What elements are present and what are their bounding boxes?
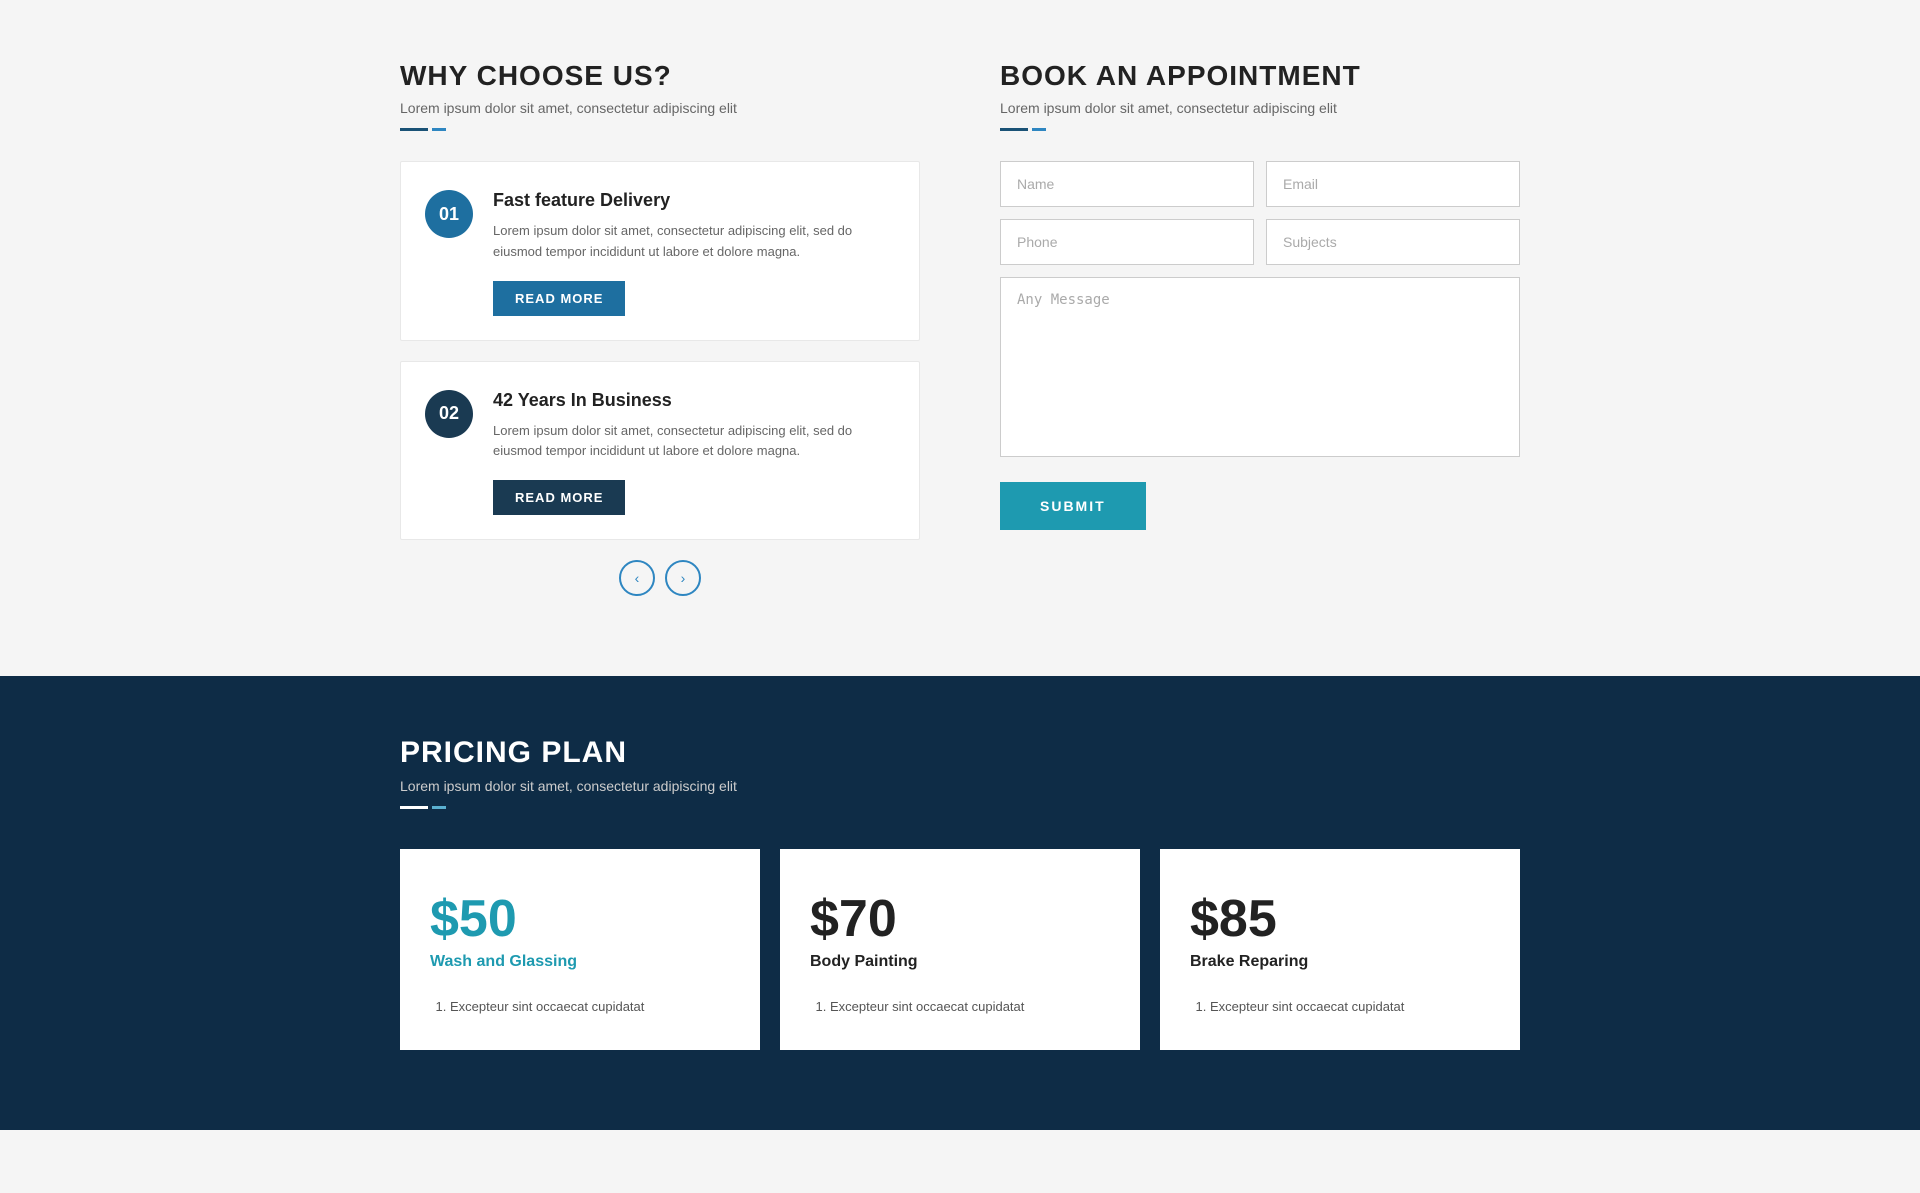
why-choose-section: WHY CHOOSE US? Lorem ipsum dolor sit ame… [400,60,920,596]
price-label-1: Wash and Glassing [430,953,730,971]
price-label-2: Body Painting [810,953,1110,971]
pricing-cards: $50 Wash and Glassing Excepteur sint occ… [400,849,1520,1050]
pricing-section: PRICING PLAN Lorem ipsum dolor sit amet,… [0,676,1920,1130]
pricing-underline-light [432,806,446,809]
prev-page-button[interactable]: ‹ [619,560,655,596]
pricing-card-1: $50 Wash and Glassing Excepteur sint occ… [400,849,760,1050]
price-features-3: Excepteur sint occaecat cupidatat [1190,999,1490,1014]
price-amount-3: $85 [1190,889,1490,949]
message-textarea[interactable] [1000,277,1520,457]
feature-title-1: Fast feature Delivery [493,190,891,211]
appointment-underline [1000,128,1520,131]
read-more-button-2[interactable]: READ MORE [493,480,625,515]
why-choose-subtitle: Lorem ipsum dolor sit amet, consectetur … [400,100,920,116]
email-input[interactable] [1266,161,1520,207]
feature-desc-2: Lorem ipsum dolor sit amet, consectetur … [493,421,891,463]
price-amount-1: $50 [430,889,730,949]
pricing-underline-dark [400,806,428,809]
feature-desc-1: Lorem ipsum dolor sit amet, consectetur … [493,221,891,263]
pricing-card-3: $85 Brake Reparing Excepteur sint occaec… [1160,849,1520,1050]
appointment-underline-light [1032,128,1046,131]
feature-number-1: 01 [425,190,473,238]
price-feature-1-1: Excepteur sint occaecat cupidatat [450,999,730,1014]
name-input[interactable] [1000,161,1254,207]
feature-content-2: 42 Years In Business Lorem ipsum dolor s… [493,390,891,516]
pricing-title: PRICING PLAN [400,736,1520,770]
price-feature-2-1: Excepteur sint occaecat cupidatat [830,999,1110,1014]
price-amount-2: $70 [810,889,1110,949]
feature-card-2: 02 42 Years In Business Lorem ipsum dolo… [400,361,920,541]
appointment-underline-dark [1000,128,1028,131]
price-features-2: Excepteur sint occaecat cupidatat [810,999,1110,1014]
read-more-button-1[interactable]: READ MORE [493,281,625,316]
form-row-2 [1000,219,1520,265]
underline-light [432,128,446,131]
pricing-header: PRICING PLAN Lorem ipsum dolor sit amet,… [400,736,1520,809]
pricing-card-2: $70 Body Painting Excepteur sint occaeca… [780,849,1140,1050]
feature-content-1: Fast feature Delivery Lorem ipsum dolor … [493,190,891,316]
price-label-3: Brake Reparing [1190,953,1490,971]
why-choose-underline [400,128,920,131]
phone-input[interactable] [1000,219,1254,265]
form-row-1 [1000,161,1520,207]
book-appointment-section: BOOK AN APPOINTMENT Lorem ipsum dolor si… [1000,60,1520,596]
pricing-underline [400,806,1520,809]
appointment-title: BOOK AN APPOINTMENT [1000,60,1520,92]
feature-card-1: 01 Fast feature Delivery Lorem ipsum dol… [400,161,920,341]
price-features-1: Excepteur sint occaecat cupidatat [430,999,730,1014]
next-page-button[interactable]: › [665,560,701,596]
appointment-subtitle: Lorem ipsum dolor sit amet, consectetur … [1000,100,1520,116]
price-feature-3-1: Excepteur sint occaecat cupidatat [1210,999,1490,1014]
subjects-input[interactable] [1266,219,1520,265]
pricing-subtitle: Lorem ipsum dolor sit amet, consectetur … [400,778,1520,794]
pagination: ‹ › [400,560,920,596]
feature-number-2: 02 [425,390,473,438]
feature-title-2: 42 Years In Business [493,390,891,411]
why-choose-title: WHY CHOOSE US? [400,60,920,92]
submit-button[interactable]: SUBMIT [1000,482,1146,530]
underline-dark [400,128,428,131]
